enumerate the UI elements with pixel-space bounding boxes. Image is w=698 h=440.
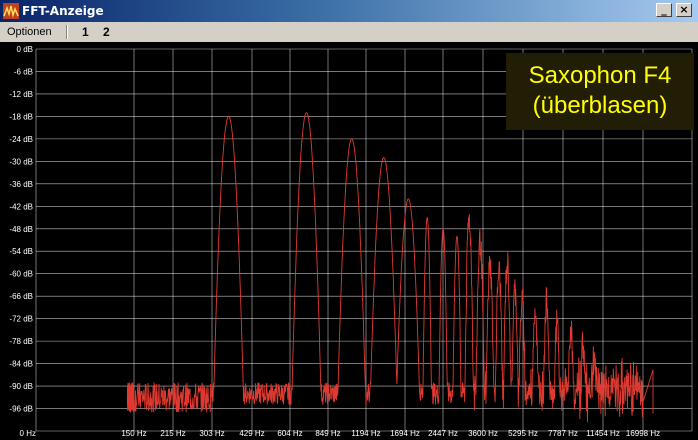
minimize-icon: _ — [661, 3, 667, 16]
x-tick-label: 7787 Hz — [548, 429, 578, 438]
y-tick-label: -36 dB — [9, 180, 33, 189]
y-tick-label: -42 dB — [9, 202, 33, 211]
x-tick-label: 16998 Hz — [626, 429, 660, 438]
channel-2-button[interactable]: 2 — [103, 25, 110, 39]
annotation-line-1: Saxophon F4 — [528, 62, 672, 89]
title-bar[interactable]: FFT-Anzeige _ × — [0, 0, 698, 22]
y-tick-label: -48 dB — [9, 225, 33, 234]
x-tick-label: 5295 Hz — [508, 429, 538, 438]
fft-window: FFT-Anzeige _ × Optionen 1 2 0 dB -6 dB -1… — [0, 0, 698, 440]
y-tick-label: -24 dB — [9, 135, 33, 144]
close-icon: × — [679, 3, 689, 16]
x-tick-label: 3600 Hz — [468, 429, 498, 438]
x-tick-label: 215 Hz — [160, 429, 185, 438]
x-tick-label: 429 Hz — [239, 429, 264, 438]
y-tick-label: -96 dB — [9, 405, 33, 414]
annotation-box: Saxophon F4 (überblasen) — [506, 53, 694, 130]
minimize-button[interactable]: _ — [656, 3, 672, 17]
x-tick-label: 0 Hz — [20, 429, 36, 438]
y-tick-label: -54 dB — [9, 247, 33, 256]
waveform-app-icon — [3, 3, 19, 19]
x-tick-label: 150 Hz — [121, 429, 146, 438]
menu-bar: Optionen 1 2 — [0, 22, 698, 42]
y-tick-label: 0 dB — [17, 45, 33, 54]
y-tick-label: -60 dB — [9, 270, 33, 279]
window-title: FFT-Anzeige — [22, 4, 104, 18]
channel-1-button[interactable]: 1 — [82, 25, 89, 39]
y-tick-label: -72 dB — [9, 315, 33, 324]
y-tick-label: -90 dB — [9, 382, 33, 391]
annotation-line-2: (überblasen) — [532, 92, 668, 119]
spectrum-series-line — [126, 112, 654, 423]
x-tick-label: 303 Hz — [199, 429, 224, 438]
spectrum-plot: 0 dB -6 dB -12 dB -18 dB -24 dB -30 dB -36 dB -… — [0, 42, 698, 440]
x-tick-label: 1694 Hz — [390, 429, 420, 438]
y-tick-label: -12 dB — [9, 90, 33, 99]
x-tick-label: 1194 Hz — [351, 429, 380, 438]
y-tick-label: -84 dB — [9, 360, 33, 369]
y-tick-label: -66 dB — [9, 292, 33, 301]
menu-options[interactable]: Optionen — [7, 25, 52, 39]
x-tick-label: 849 Hz — [315, 429, 340, 438]
y-tick-label: -6 dB — [14, 67, 33, 76]
y-tick-label: -30 dB — [9, 157, 33, 166]
close-button[interactable]: × — [676, 3, 692, 17]
x-tick-label: 2447 Hz — [428, 429, 458, 438]
x-tick-label: 11454 Hz — [586, 429, 620, 438]
menu-separator — [66, 25, 68, 39]
y-tick-label: -18 dB — [9, 112, 33, 121]
x-tick-label: 604 Hz — [277, 429, 302, 438]
y-tick-label: -78 dB — [9, 337, 33, 346]
